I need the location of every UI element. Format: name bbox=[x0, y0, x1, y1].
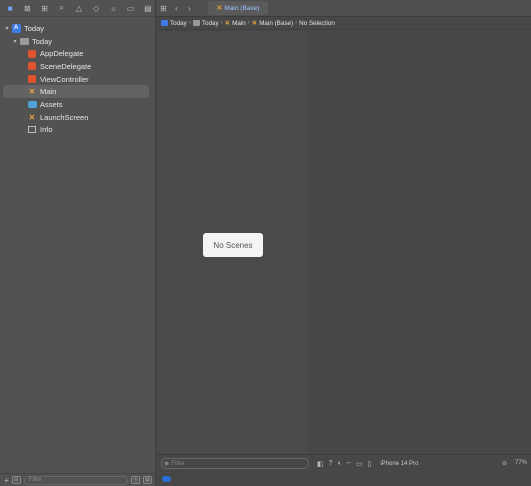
project-icon bbox=[161, 20, 168, 26]
recent-files-icon[interactable]: ◷ bbox=[131, 476, 140, 484]
filter-options-icon[interactable]: ⊟ bbox=[11, 476, 21, 484]
tree-item-assets[interactable]: Assets bbox=[0, 98, 155, 111]
filter-icon: ◉ bbox=[164, 461, 170, 467]
breadcrumb-item[interactable]: Today bbox=[202, 20, 219, 27]
breadcrumb-item[interactable]: Today bbox=[170, 20, 187, 27]
device-selector[interactable]: iPhone 14 Pro bbox=[380, 461, 418, 467]
canvas-bottom-bar: ◉ Filter ◧ ? ◐ ⌐ ▭ ▯ iPhone 14 Pro ⊖ 77% bbox=[157, 454, 531, 472]
folder-icon[interactable]: ■ bbox=[3, 2, 17, 15]
no-scenes-label: No Scenes bbox=[203, 233, 263, 257]
tree-item-label: Today bbox=[32, 36, 53, 46]
storyboard-icon: ✕ bbox=[28, 112, 36, 122]
folder-icon bbox=[192, 20, 200, 26]
tree-item-appdelegate[interactable]: AppDelegate bbox=[0, 47, 155, 60]
forward-icon[interactable]: › bbox=[183, 4, 196, 13]
chevron-right-icon: › bbox=[188, 20, 191, 26]
outline-toggle-icon[interactable]: ◧ bbox=[317, 460, 324, 468]
tree-item-project[interactable]: ▾ A Today bbox=[0, 22, 155, 35]
tree-item-label: ViewController bbox=[40, 74, 89, 84]
folder-icon bbox=[19, 37, 29, 45]
back-icon[interactable]: ‹ bbox=[170, 4, 183, 13]
tree-item-label: Assets bbox=[40, 99, 63, 109]
chevron-right-icon: › bbox=[220, 20, 223, 26]
document-outline: No Scenes bbox=[157, 31, 310, 454]
chevron-right-icon: › bbox=[295, 20, 298, 26]
outline-filter-input[interactable]: ◉ Filter bbox=[161, 458, 309, 469]
navigator-filter-input[interactable]: Filter bbox=[23, 475, 128, 485]
assets-icon bbox=[27, 100, 37, 108]
navigator-footer: + ⊟ Filter ◷ ▤ bbox=[0, 473, 156, 486]
project-navigator: ■ ⊠ ⊞ ⌕ △ ◇ ☼ ▭ ▤ ▾ A Today ▾ Today AppD… bbox=[0, 0, 156, 486]
storyboard-icon: ✕ bbox=[216, 5, 223, 12]
canvas-tools: ◧ ? ◐ ⌐ ▭ ▯ iPhone 14 Pro bbox=[317, 460, 418, 468]
file-tree: ▾ A Today ▾ Today AppDelegate SceneDeleg… bbox=[0, 17, 155, 136]
chevron-right-icon: › bbox=[247, 20, 250, 26]
project-icon: A bbox=[11, 23, 21, 33]
source-control-icon[interactable]: ⊠ bbox=[20, 2, 34, 15]
tree-item-main[interactable]: ✕ Main bbox=[3, 85, 149, 99]
storyboard-icon: ✕ bbox=[251, 20, 258, 27]
swift-file-icon bbox=[27, 49, 37, 58]
issue-icon[interactable]: △ bbox=[72, 2, 86, 15]
editor-area: ⊞ ‹ › ✕ Main (Base) Today › Today › ✕ Ma… bbox=[157, 0, 531, 486]
breadcrumb-item[interactable]: Main bbox=[232, 20, 246, 27]
disclosure-icon[interactable]: ▾ bbox=[3, 25, 11, 32]
help-icon[interactable]: ? bbox=[329, 460, 333, 467]
debug-icon[interactable]: ☼ bbox=[106, 2, 120, 15]
add-icon[interactable]: + bbox=[4, 476, 9, 485]
tree-item-scenedelegate[interactable]: SceneDelegate bbox=[0, 60, 155, 73]
tab-bar: ⊞ ‹ › ✕ Main (Base) bbox=[157, 0, 531, 17]
orientation-icon[interactable]: ⌐ bbox=[347, 460, 351, 467]
grid-icon[interactable]: ⊞ bbox=[157, 4, 170, 13]
breakpoint-icon[interactable]: ▭ bbox=[124, 2, 138, 15]
symbol-icon[interactable]: ⊞ bbox=[37, 2, 51, 15]
find-icon[interactable]: ⌕ bbox=[55, 2, 69, 15]
tree-item-label: Today bbox=[24, 23, 45, 33]
swift-file-icon bbox=[27, 62, 37, 71]
modified-files-icon[interactable]: ▤ bbox=[143, 476, 152, 484]
debug-area-toggle-icon[interactable] bbox=[162, 476, 171, 482]
disclosure-icon[interactable]: ▾ bbox=[11, 38, 19, 45]
appearance-icon[interactable]: ◐ bbox=[338, 460, 342, 467]
device-icon[interactable]: ▯ bbox=[367, 460, 371, 468]
plist-icon bbox=[27, 126, 37, 134]
storyboard-icon: ✕ bbox=[224, 20, 231, 27]
report-icon[interactable]: ▤ bbox=[141, 2, 155, 15]
layout-icon[interactable]: ▭ bbox=[356, 460, 363, 468]
tree-item-label: SceneDelegate bbox=[40, 61, 92, 71]
breadcrumb-item[interactable]: No Selection bbox=[299, 20, 335, 27]
tree-item-label: Main bbox=[40, 87, 57, 97]
zoom-out-icon[interactable]: ⊖ bbox=[502, 460, 507, 467]
navigator-toolbar: ■ ⊠ ⊞ ⌕ △ ◇ ☼ ▭ ▤ bbox=[0, 0, 155, 17]
tab-main-base[interactable]: ✕ Main (Base) bbox=[208, 1, 268, 15]
tree-item-label: Info bbox=[40, 125, 53, 135]
test-icon[interactable]: ◇ bbox=[89, 2, 103, 15]
swift-file-icon bbox=[27, 75, 37, 84]
zoom-controls: ⊖ 77% bbox=[502, 460, 527, 467]
zoom-level[interactable]: 77% bbox=[515, 460, 527, 467]
tree-item-label: LaunchScreen bbox=[40, 112, 89, 122]
tree-item-viewcontroller[interactable]: ViewController bbox=[0, 73, 155, 86]
status-bar bbox=[157, 472, 531, 486]
tree-item-label: AppDelegate bbox=[40, 49, 84, 59]
storyboard-icon: ✕ bbox=[28, 87, 36, 97]
storyboard-canvas[interactable]: No Scenes bbox=[157, 31, 531, 454]
tree-item-info[interactable]: Info bbox=[0, 124, 155, 137]
jump-bar: Today › Today › ✕ Main › ✕ Main (Base) ›… bbox=[157, 17, 531, 30]
breadcrumb-item[interactable]: Main (Base) bbox=[259, 20, 293, 27]
tree-item-group[interactable]: ▾ Today bbox=[0, 35, 155, 48]
tree-item-launchscreen[interactable]: ✕ LaunchScreen bbox=[0, 111, 155, 124]
